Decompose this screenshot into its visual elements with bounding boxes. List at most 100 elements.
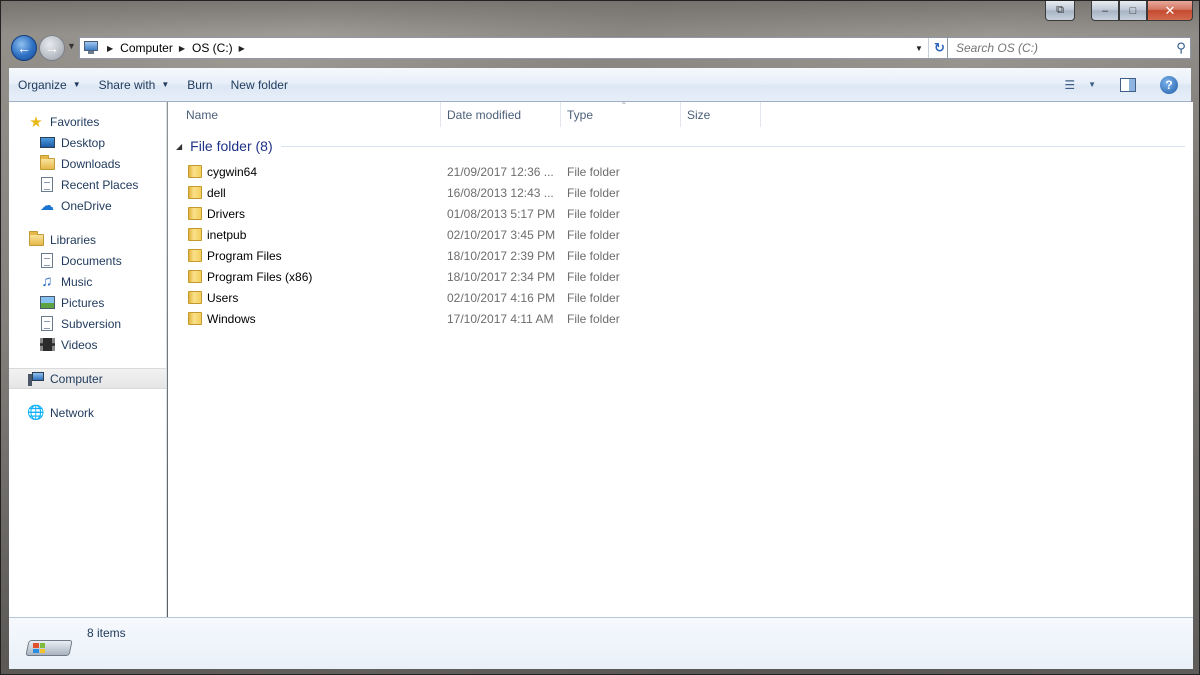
breadcrumb-drive[interactable]: OS (C:) xyxy=(192,41,233,55)
sidebar-item-recent-places[interactable]: Recent Places xyxy=(9,174,166,195)
sidebar-item-label: Desktop xyxy=(61,135,106,150)
computer-icon xyxy=(83,41,101,55)
sidebar-item-computer[interactable]: Computer xyxy=(9,368,166,389)
column-headers: Name Date modified ⌃ Type Size xyxy=(168,101,1193,127)
sidebar-item-label: Libraries xyxy=(50,232,97,247)
breadcrumb-chevron-icon[interactable]: ▶ xyxy=(107,44,113,53)
refresh-icon: ↻ xyxy=(934,40,945,55)
libraries-folder-icon xyxy=(28,230,44,248)
sidebar-item-network[interactable]: 🌐 Network xyxy=(9,402,166,423)
sidebar-item-label: Videos xyxy=(61,337,98,352)
column-header-size[interactable]: Size xyxy=(681,102,761,127)
sidebar-item-favorites[interactable]: ★ Favorites xyxy=(9,111,166,132)
chevron-down-icon: ▼ xyxy=(72,80,81,89)
star-icon: ★ xyxy=(29,113,43,131)
column-header-date-modified[interactable]: Date modified xyxy=(441,102,561,127)
file-name: Drivers xyxy=(207,206,245,221)
forward-button[interactable]: → xyxy=(39,35,65,61)
sidebar-item-pictures[interactable]: Pictures xyxy=(9,292,166,313)
help-icon: ? xyxy=(1160,75,1178,94)
group-header-file-folder[interactable]: ◢ File folder (8) xyxy=(176,136,1185,156)
file-date-modified: 18/10/2017 2:39 PM xyxy=(447,248,556,263)
documents-icon xyxy=(39,253,55,269)
file-name: Program Files (x86) xyxy=(207,269,313,284)
navigation-bar: ← → ▼ ▶ Computer ▶ OS (C:) ▶ ▼ ↻ ⚲ xyxy=(9,33,1191,63)
view-options-dropdown[interactable]: ▼ xyxy=(1083,73,1101,97)
column-header-label: Type xyxy=(567,107,594,122)
collapse-triangle-icon[interactable]: ◢ xyxy=(176,142,182,151)
file-row[interactable]: Program Files (x86) 18/10/2017 2:34 PM F… xyxy=(168,266,1193,287)
sidebar-item-videos[interactable]: Videos xyxy=(9,334,166,355)
new-folder-button[interactable]: New folder xyxy=(222,68,297,101)
sidebar-item-subversion[interactable]: Subversion xyxy=(9,313,166,334)
breadcrumb-chevron-icon[interactable]: ▶ xyxy=(239,44,245,53)
file-row[interactable]: Drivers 01/08/2013 5:17 PM File folder xyxy=(168,203,1193,224)
sidebar-item-label: Computer xyxy=(50,371,103,386)
group-title: File folder (8) xyxy=(190,138,273,154)
back-button[interactable]: ← xyxy=(11,35,37,61)
file-row[interactable]: Users 02/10/2017 4:16 PM File folder xyxy=(168,287,1193,308)
command-toolbar: Organize ▼ Share with ▼ Burn New folder … xyxy=(9,68,1191,102)
sidebar-item-label: Downloads xyxy=(61,156,121,171)
change-view-button[interactable]: ☰ xyxy=(1059,73,1079,97)
sort-ascending-icon: ⌃ xyxy=(620,101,628,110)
file-row[interactable]: Windows 17/10/2017 4:11 AM File folder xyxy=(168,308,1193,329)
sidebar-item-music[interactable]: ♫ Music xyxy=(9,271,166,292)
folder-icon xyxy=(188,165,202,178)
sidebar-item-onedrive[interactable]: ☁ OneDrive xyxy=(9,195,166,216)
column-header-name[interactable]: Name xyxy=(180,102,441,127)
file-type: File folder xyxy=(567,185,620,200)
sidebar-item-label: Recent Places xyxy=(61,177,139,192)
details-pane: 8 items xyxy=(9,617,1193,669)
address-history-dropdown[interactable]: ▼ xyxy=(910,38,928,58)
search-icon[interactable]: ⚲ xyxy=(1172,40,1190,56)
explorer-window: ⧉ – □ ✕ ← → ▼ ▶ Computer ▶ OS (C:) ▶ ▼ ↻ xyxy=(0,0,1200,675)
folder-icon xyxy=(188,270,202,283)
forward-arrow-icon: → xyxy=(45,40,59,56)
minimize-button[interactable]: – xyxy=(1091,1,1119,21)
sidebar-item-downloads[interactable]: Downloads xyxy=(9,153,166,174)
search-box[interactable]: ⚲ xyxy=(947,37,1191,59)
address-bar[interactable]: ▶ Computer ▶ OS (C:) ▶ ▼ ↻ xyxy=(79,37,951,59)
sidebar-item-libraries[interactable]: Libraries xyxy=(9,229,166,250)
sidebar-item-label: Subversion xyxy=(61,316,122,331)
file-row[interactable]: dell 16/08/2013 12:43 ... File folder xyxy=(168,182,1193,203)
search-input[interactable] xyxy=(948,38,1172,58)
preview-pane-icon xyxy=(1120,77,1136,92)
file-list-pane: Name Date modified ⌃ Type Size ◢ File fo… xyxy=(168,101,1193,617)
new-folder-label: New folder xyxy=(230,77,288,92)
column-header-label: Name xyxy=(186,107,219,122)
file-date-modified: 02/10/2017 3:45 PM xyxy=(447,227,556,242)
burn-button[interactable]: Burn xyxy=(178,68,221,101)
maximize-button[interactable]: □ xyxy=(1119,1,1147,21)
organize-button[interactable]: Organize ▼ xyxy=(9,68,90,101)
preview-pane-button[interactable] xyxy=(1115,73,1141,97)
sidebar-item-documents[interactable]: Documents xyxy=(9,250,166,271)
file-row[interactable]: Program Files 18/10/2017 2:39 PM File fo… xyxy=(168,245,1193,266)
libraries-group: Libraries Documents ♫ Music Pictures Sub… xyxy=(9,229,166,355)
computer-group: Computer xyxy=(9,368,166,389)
breadcrumb-chevron-icon[interactable]: ▶ xyxy=(179,44,185,53)
file-name: Users xyxy=(207,290,239,305)
column-header-type[interactable]: ⌃ Type xyxy=(561,101,681,127)
downloads-folder-icon xyxy=(39,154,55,172)
help-button[interactable]: ? xyxy=(1155,73,1183,97)
breadcrumb-computer[interactable]: Computer xyxy=(120,41,173,55)
videos-icon xyxy=(39,337,55,353)
snap-button[interactable]: ⧉ xyxy=(1045,1,1075,21)
close-button[interactable]: ✕ xyxy=(1147,1,1193,21)
window-caption-buttons: ⧉ – □ ✕ xyxy=(1045,1,1193,23)
sidebar-item-desktop[interactable]: Desktop xyxy=(9,132,166,153)
burn-label: Burn xyxy=(187,77,213,92)
recent-pages-dropdown[interactable]: ▼ xyxy=(67,41,76,51)
share-with-button[interactable]: Share with ▼ xyxy=(90,68,179,101)
file-date-modified: 21/09/2017 12:36 ... xyxy=(447,164,554,179)
details-view-icon: ☰ xyxy=(1064,77,1075,92)
file-list: cygwin64 21/09/2017 12:36 ... File folde… xyxy=(168,161,1193,329)
file-type: File folder xyxy=(567,269,620,284)
file-row[interactable]: inetpub 02/10/2017 3:45 PM File folder xyxy=(168,224,1193,245)
file-row[interactable]: cygwin64 21/09/2017 12:36 ... File folde… xyxy=(168,161,1193,182)
file-date-modified: 18/10/2017 2:34 PM xyxy=(447,269,556,284)
item-count: 8 items xyxy=(87,626,126,640)
onedrive-cloud-icon: ☁ xyxy=(40,197,54,213)
